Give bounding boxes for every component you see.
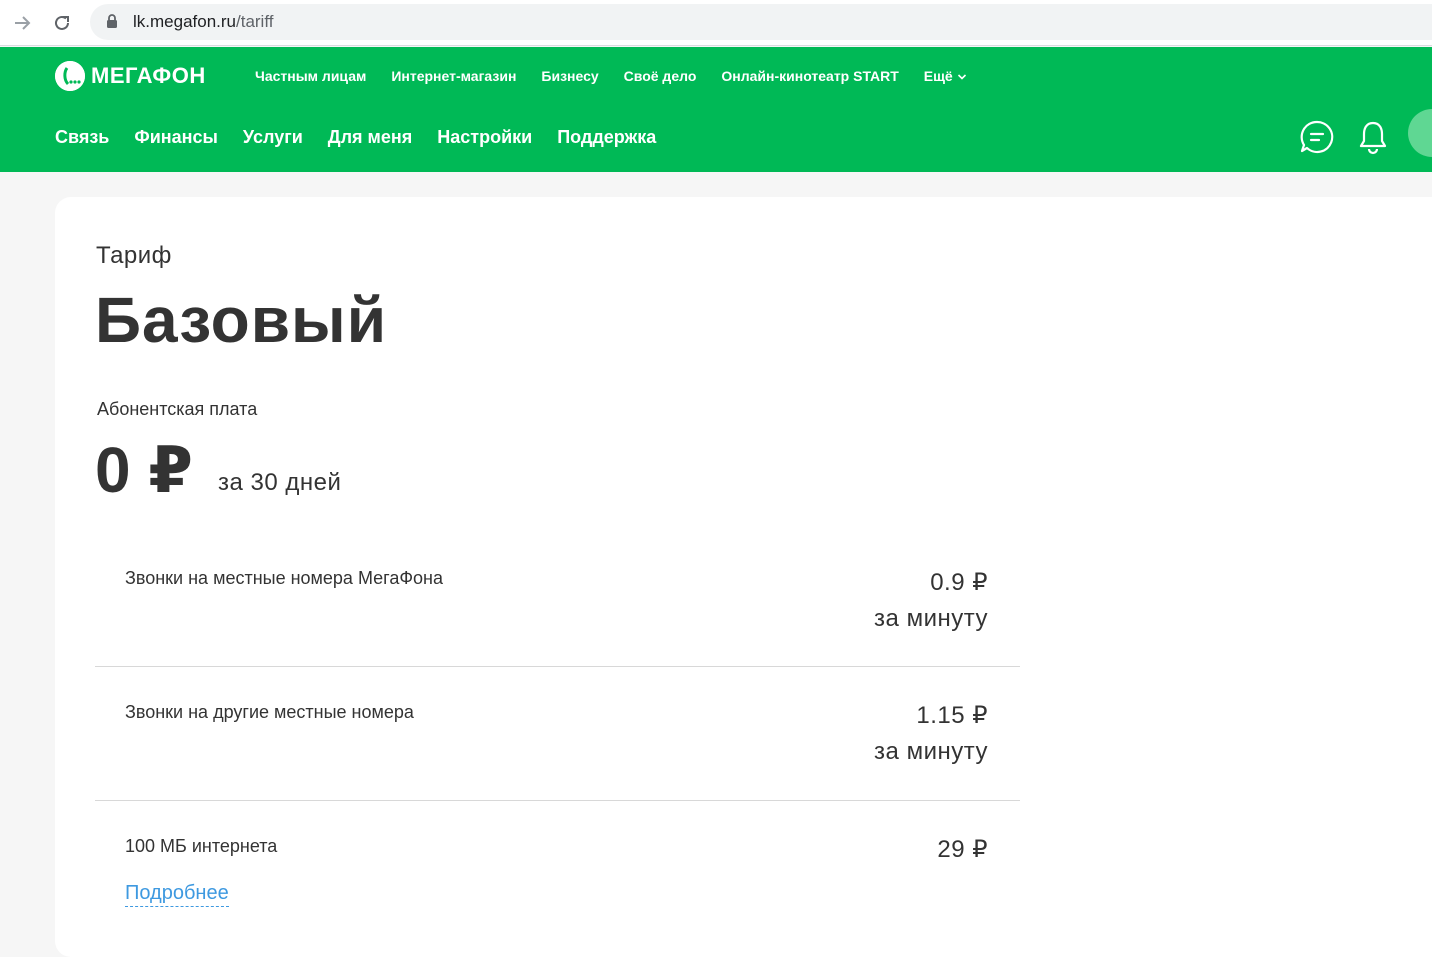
url-text: lk.megafon.ru/tariff bbox=[133, 13, 273, 31]
address-bar[interactable]: lk.megafon.ru/tariff bbox=[90, 4, 1432, 40]
url-path: /tariff bbox=[236, 12, 274, 31]
avatar[interactable] bbox=[1408, 109, 1432, 157]
main-nav-services[interactable]: Услуги bbox=[243, 126, 303, 148]
top-nav-private[interactable]: Частным лицам bbox=[255, 67, 366, 85]
lock-icon bbox=[106, 14, 118, 34]
item-price: 1.15 ₽ bbox=[916, 702, 988, 729]
main-nav-settings[interactable]: Настройки bbox=[437, 126, 532, 148]
item-unit: за минуту bbox=[874, 605, 988, 632]
tariff-card: Тариф Базовый Абонентская плата 0 ₽ за 3… bbox=[55, 197, 1432, 957]
tariff-name: Базовый bbox=[95, 284, 388, 356]
chat-icon[interactable] bbox=[1299, 119, 1335, 160]
main-nav-connection[interactable]: Связь bbox=[55, 126, 109, 148]
logo-mark-icon bbox=[55, 61, 85, 91]
item-title: Звонки на другие местные номера bbox=[125, 702, 414, 722]
reload-icon[interactable] bbox=[48, 9, 76, 37]
tariff-label: Тариф bbox=[96, 242, 172, 269]
item-title: Звонки на местные номера МегаФона bbox=[125, 568, 443, 588]
top-nav: Частным лицам Интернет-магазин Бизнесу С… bbox=[255, 67, 992, 85]
item-price: 0.9 ₽ bbox=[930, 569, 988, 596]
megafon-logo[interactable]: МЕГАФОН bbox=[55, 60, 206, 92]
main-nav: Связь Финансы Услуги Для меня Настройки … bbox=[55, 126, 681, 148]
item-title: 100 МБ интернета bbox=[125, 836, 278, 856]
back-arrow-icon[interactable] bbox=[8, 9, 36, 37]
top-nav-more-label: Ещё bbox=[923, 68, 953, 84]
list-item: Звонки на другие местные номера 1.15 ₽ з… bbox=[95, 667, 1020, 801]
item-unit: за минуту bbox=[874, 738, 988, 765]
browser-toolbar: lk.megafon.ru/tariff bbox=[0, 0, 1432, 46]
fee-period: за 30 дней bbox=[218, 469, 342, 496]
item-price: 29 ₽ bbox=[937, 836, 988, 863]
url-host: lk.megafon.ru bbox=[133, 12, 236, 31]
list-item: Звонки на местные номера МегаФона 0.9 ₽ … bbox=[95, 545, 1020, 667]
chevron-down-icon bbox=[957, 67, 967, 85]
list-item: 100 МБ интернета 29 ₽ Подробнее bbox=[95, 801, 1020, 941]
top-nav-start[interactable]: Онлайн-кинотеатр START bbox=[721, 67, 898, 85]
logo-text: МЕГАФОН bbox=[91, 63, 206, 88]
fee-value: 0 ₽ bbox=[95, 434, 193, 506]
site-header: МЕГАФОН Частным лицам Интернет-магазин Б… bbox=[0, 47, 1432, 172]
fee-label: Абонентская плата bbox=[97, 399, 258, 419]
top-nav-more[interactable]: Ещё bbox=[924, 67, 967, 85]
top-nav-business[interactable]: Бизнесу bbox=[541, 67, 598, 85]
main-nav-finance[interactable]: Финансы bbox=[134, 126, 218, 148]
main-nav-support[interactable]: Поддержка bbox=[557, 126, 656, 148]
top-nav-shop[interactable]: Интернет-магазин bbox=[391, 67, 516, 85]
more-details-link[interactable]: Подробнее bbox=[125, 881, 229, 907]
main-nav-for-me[interactable]: Для меня bbox=[328, 126, 412, 148]
bell-icon[interactable] bbox=[1357, 119, 1389, 160]
top-nav-own-business[interactable]: Своё дело bbox=[624, 67, 697, 85]
